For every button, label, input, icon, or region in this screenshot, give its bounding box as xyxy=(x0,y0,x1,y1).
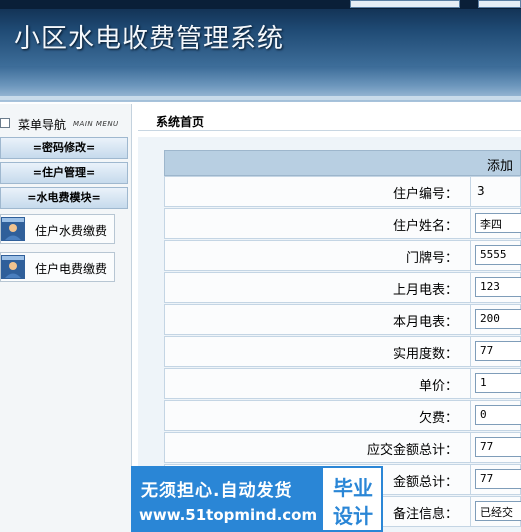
user-icon xyxy=(1,255,25,279)
form-field-label: 门牌号： xyxy=(405,251,458,266)
form-row: 门牌号： xyxy=(164,240,521,271)
form-input[interactable]: 77 xyxy=(475,341,521,361)
nav-header: 菜单导航 MAIN MENU xyxy=(0,112,132,134)
form-input[interactable]: 5555 xyxy=(475,245,521,265)
watermark-badge-text: 设计 xyxy=(333,504,373,528)
form-row: 上月电表： xyxy=(164,272,521,303)
breadcrumb: 系统首页 xyxy=(156,115,205,129)
form-input[interactable]: 77 xyxy=(475,469,521,489)
form-static-value: 3 xyxy=(477,184,485,198)
watermark-text: 无须担心.自动发货 xyxy=(141,481,293,501)
menu-utility-module[interactable]: =水电费模块= xyxy=(0,187,128,209)
form-field-label: 备注信息： xyxy=(392,507,458,522)
form-field-label: 应交金额总计： xyxy=(366,443,458,458)
form-row: 实用度数： xyxy=(164,336,521,367)
subitem-water-payment[interactable]: 住户水费缴费 xyxy=(0,214,115,244)
app-header: 小区水电收费管理系统 xyxy=(0,0,521,66)
nav-subtitle: MAIN MENU xyxy=(73,120,119,128)
subitem-electric-payment[interactable]: 住户电费缴费 xyxy=(0,252,115,282)
form-input[interactable]: 123 xyxy=(475,277,521,297)
form-row: 单价： xyxy=(164,368,521,399)
form-caption-text: 添加 xyxy=(487,159,514,174)
app-title: 小区水电收费管理系统 xyxy=(14,24,285,54)
form-input[interactable]: 1 xyxy=(475,373,521,393)
form-input[interactable]: 已经交 xyxy=(475,501,521,521)
user-icon xyxy=(1,217,25,241)
form-field-label: 金额总计： xyxy=(392,475,458,490)
form-row: 本月电表： xyxy=(164,304,521,335)
form-input[interactable]: 0 xyxy=(475,405,521,425)
form-field-label: 上月电表： xyxy=(392,283,458,298)
form-field-label: 单价： xyxy=(418,379,458,394)
divider xyxy=(138,130,521,131)
form-input[interactable]: 77 xyxy=(475,437,521,457)
nav-title: 菜单导航 xyxy=(18,118,67,132)
header-tab[interactable] xyxy=(350,0,460,8)
form-field-label: 欠费： xyxy=(418,411,458,426)
sidebar: 菜单导航 MAIN MENU =密码修改= =住户管理= =水电费模块= 住户水… xyxy=(0,104,132,532)
form-field-label: 实用度数： xyxy=(392,347,458,362)
header-tab[interactable] xyxy=(478,0,521,8)
form-field-label: 住户姓名： xyxy=(392,219,458,234)
form-field-label: 住户编号： xyxy=(392,187,458,202)
form-row: 住户编号： xyxy=(164,176,521,207)
watermark-badge-text: 毕业 xyxy=(333,476,373,500)
header-strip-line xyxy=(0,96,521,100)
form-caption: 添加 xyxy=(164,150,521,176)
form-row: 欠费： xyxy=(164,400,521,431)
form-input[interactable]: 200 xyxy=(475,309,521,329)
watermark-badge: 毕业 设计 xyxy=(321,466,383,532)
checkbox-icon[interactable] xyxy=(0,118,10,128)
form-input[interactable]: 李四 xyxy=(475,213,521,233)
menu-resident-management[interactable]: =住户管理= xyxy=(0,162,128,184)
watermark-url: www.51topmind.com xyxy=(139,506,318,524)
subitem-label: 住户水费缴费 xyxy=(35,224,108,238)
form-row: 应交金额总计： xyxy=(164,432,521,463)
form-row: 住户姓名： xyxy=(164,208,521,239)
menu-password-change[interactable]: =密码修改= xyxy=(0,137,128,159)
subitem-label: 住户电费缴费 xyxy=(35,262,108,276)
form-field-label: 本月电表： xyxy=(392,315,458,330)
